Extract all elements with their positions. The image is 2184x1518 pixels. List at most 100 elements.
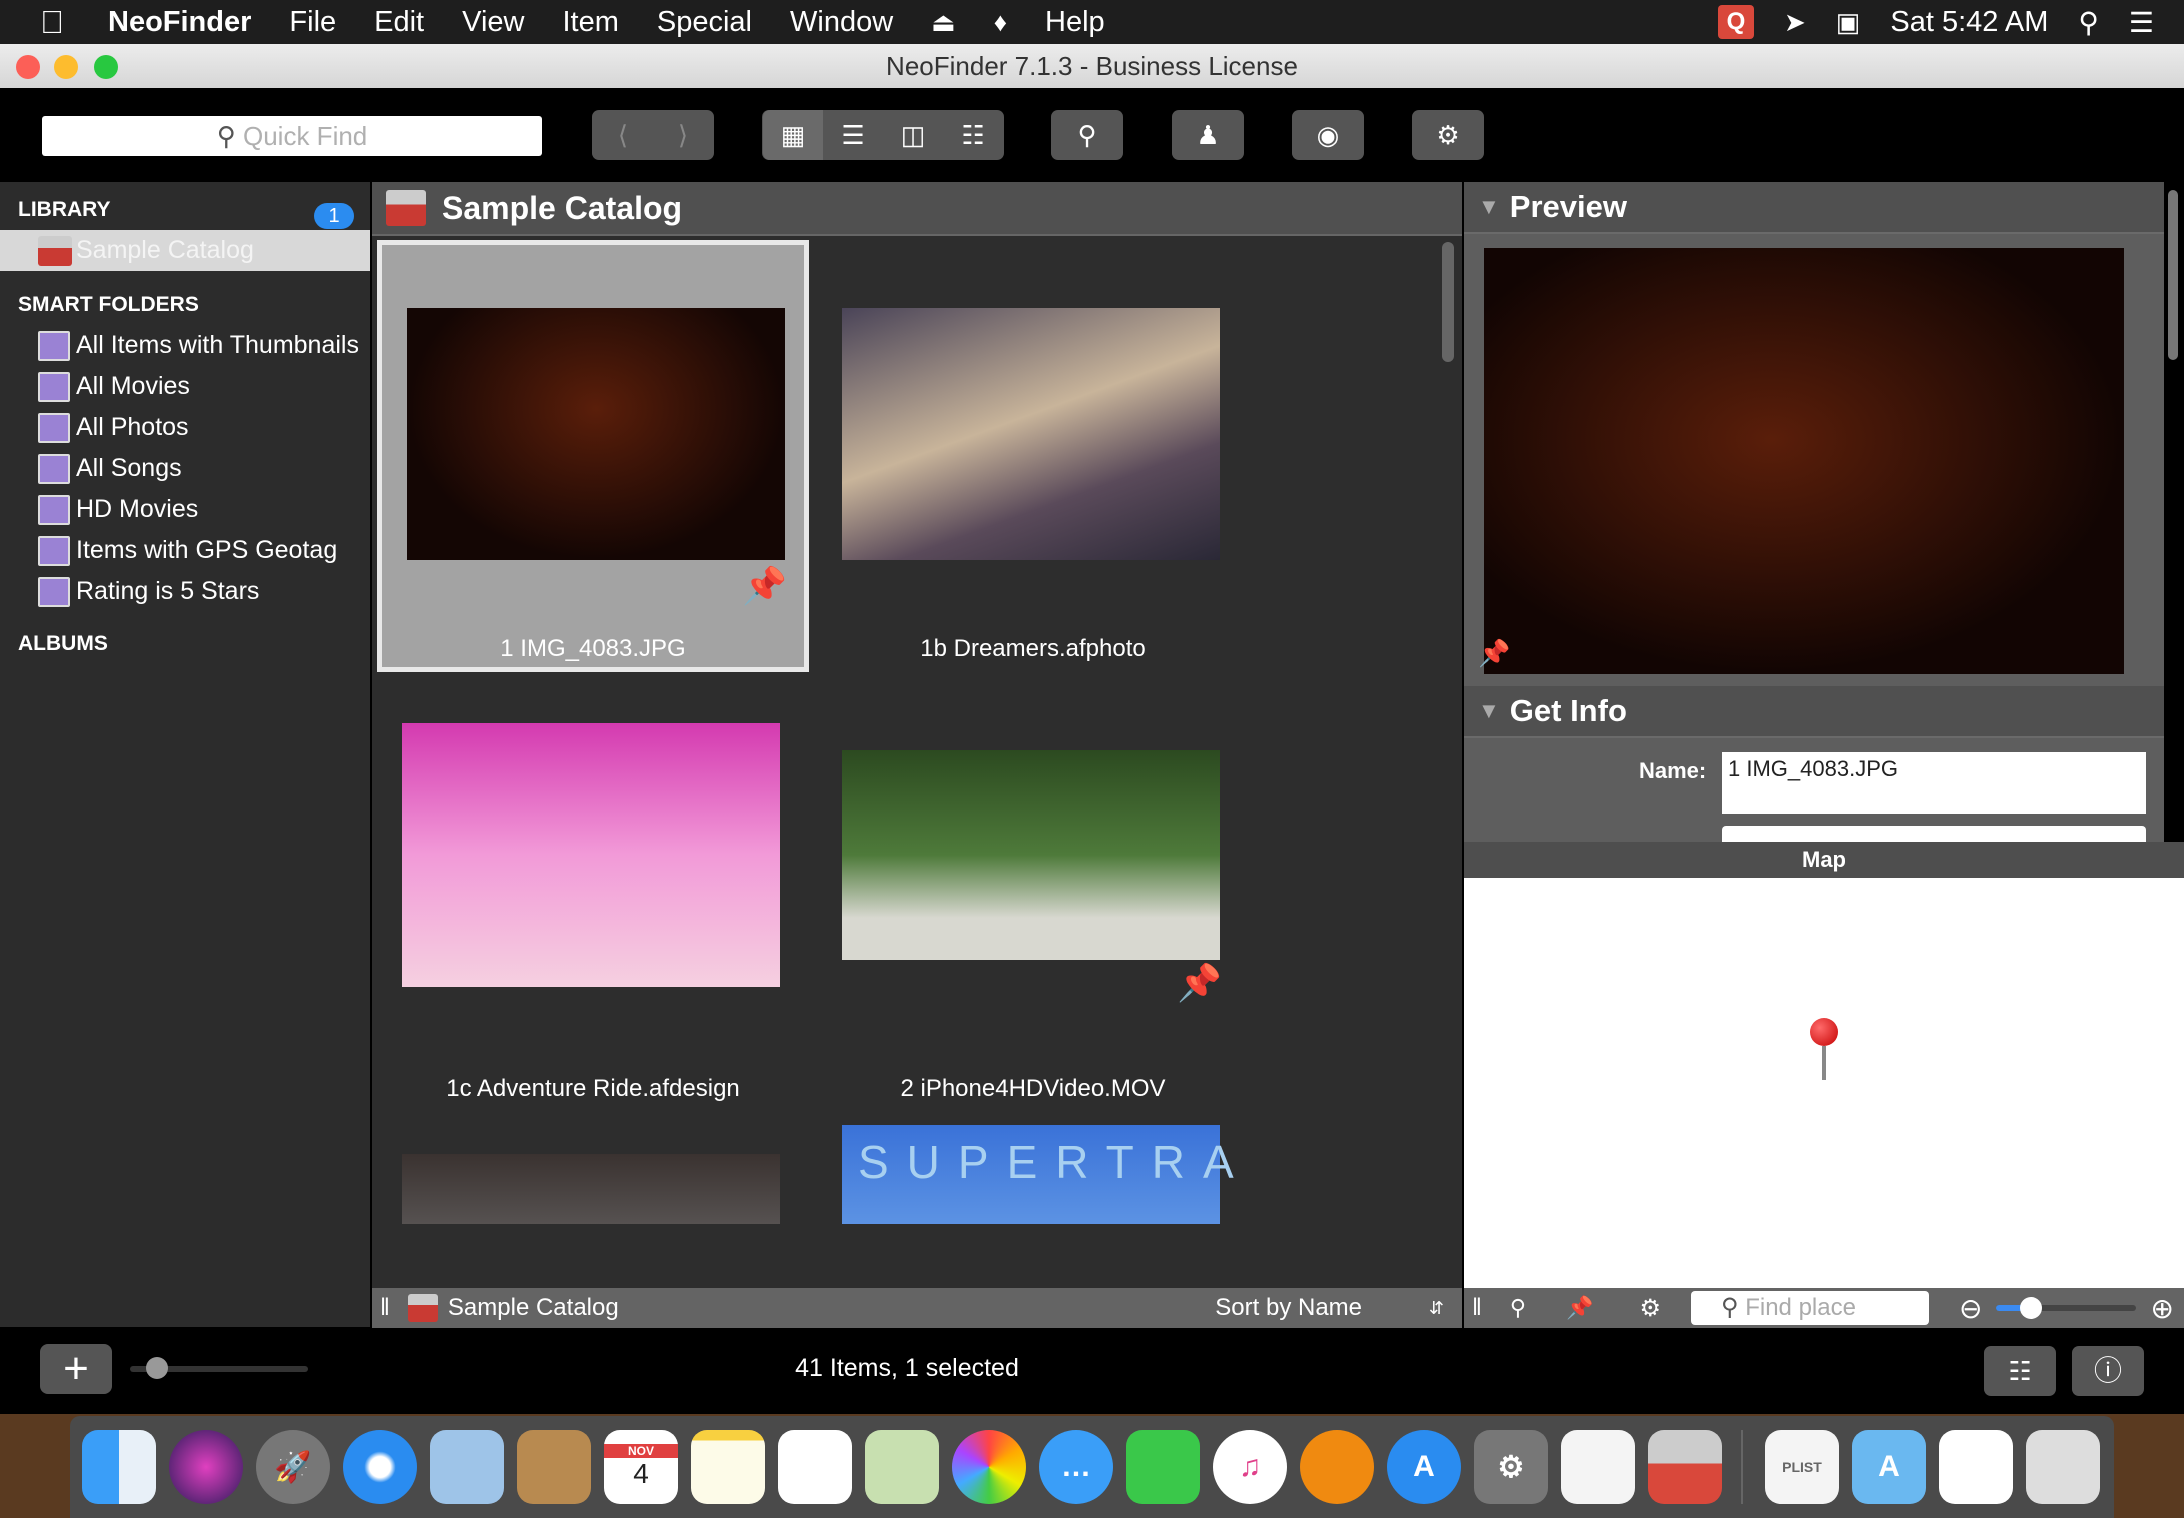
people-button[interactable]: ♟ (1172, 110, 1244, 160)
label-popup[interactable] (1722, 826, 2146, 842)
column-view-button[interactable]: ◫ (883, 120, 943, 151)
dock-finder-icon[interactable] (82, 1430, 156, 1504)
map-zoom-knob[interactable] (2020, 1297, 2043, 1319)
geotag-pin-icon: 📌 (1478, 638, 1511, 668)
dock-siri-icon[interactable] (169, 1430, 243, 1504)
map-pin-icon[interactable] (1810, 1018, 1838, 1080)
get-info-header[interactable]: ▼ Get Info (1464, 686, 2164, 738)
quick-find-input[interactable]: ⚲ Quick Find (42, 116, 542, 156)
detail-view-button[interactable]: ☷ (943, 120, 1003, 151)
grid-item[interactable]: 1b Dreamers.afphoto (817, 240, 1249, 672)
geotag-pin-icon: 📌 (742, 565, 787, 606)
flame-script-icon[interactable]: ♦ (994, 7, 1007, 38)
thumbnail-size-knob[interactable] (145, 1357, 168, 1379)
split-handle-icon[interactable]: ‖ (380, 1294, 390, 1322)
sidebar-item-smart-folder[interactable]: All Items with Thumbnails (0, 325, 370, 366)
map-zoom-slider[interactable] (1996, 1297, 2137, 1319)
map-pin-tool-icon[interactable]: 📌 (1566, 1295, 1593, 1321)
sidebar-item-smart-folder[interactable]: Items with GPS Geotag (0, 530, 370, 571)
sort-popup[interactable]: Sort by Name (1215, 1294, 1362, 1322)
display-mirroring-icon[interactable]: ▣ (1836, 7, 1861, 38)
split-handle-icon[interactable]: ‖ (1472, 1294, 1482, 1322)
grid-item[interactable] (377, 1120, 809, 1224)
map-search-icon[interactable]: ⚲ (1510, 1295, 1526, 1321)
dock-facetime-icon[interactable] (1126, 1430, 1200, 1504)
dock-notes-icon[interactable] (691, 1430, 765, 1504)
map-panel[interactable]: Map (1464, 842, 2184, 1288)
zoom-button[interactable] (94, 55, 118, 79)
eye-icon: ◉ (1316, 119, 1340, 150)
close-button[interactable] (16, 55, 40, 79)
dock-appstore-icon[interactable]: A (1387, 1430, 1461, 1504)
menu-window[interactable]: Window (790, 6, 893, 39)
dock-trash-icon[interactable] (2026, 1430, 2100, 1504)
dock-plist-file-icon[interactable]: PLIST (1765, 1430, 1839, 1504)
sidebar-item-smart-folder[interactable]: Rating is 5 Stars (0, 571, 370, 612)
dock-document-icon[interactable] (1939, 1430, 2013, 1504)
neofinder-status-icon[interactable]: Q (1718, 5, 1754, 39)
zoom-out-icon[interactable]: ⊖ (1959, 1292, 1982, 1325)
add-button[interactable]: + (40, 1344, 112, 1394)
menu-item[interactable]: Item (562, 6, 618, 39)
app-menu[interactable]: NeoFinder (108, 6, 251, 39)
dock-neofinder-icon[interactable] (1648, 1430, 1722, 1504)
grid-item[interactable]: 1c Adventure Ride.afdesign (377, 680, 809, 1112)
menu-special[interactable]: Special (657, 6, 752, 39)
grid-item[interactable]: SUPERTRAMP (817, 1120, 1249, 1224)
quicklook-button[interactable]: ◉ (1292, 110, 1364, 160)
dock-itunes-icon[interactable]: ♫ (1213, 1430, 1287, 1504)
airplay-icon[interactable]: ➤ (1784, 7, 1806, 38)
disclosure-triangle-icon[interactable]: ▼ (1478, 698, 1500, 724)
preview-header[interactable]: ▼ Preview (1464, 182, 2164, 234)
map-settings-icon[interactable]: ⚙ (1639, 1294, 1661, 1323)
find-place-input[interactable]: ⚲ Find place (1690, 1291, 1929, 1325)
dock-textedit-icon[interactable] (1561, 1430, 1635, 1504)
dock-safari-icon[interactable] (343, 1430, 417, 1504)
inspector-panel: ▼ Preview 📌 ▼ Get Info Name: 1 IMG_4083.… (1464, 182, 2178, 842)
sidebar-item-sample-catalog[interactable]: Sample Catalog (0, 230, 370, 271)
spotlight-icon[interactable]: ⚲ (2078, 6, 2099, 39)
grid-item[interactable]: 📌 1 IMG_4083.JPG (377, 240, 809, 672)
sidebar-item-smart-folder[interactable]: HD Movies (0, 489, 370, 530)
dock-maps-icon[interactable] (865, 1430, 939, 1504)
content-scrollbar[interactable] (1442, 242, 1454, 362)
notification-center-icon[interactable]: ☰ (2129, 6, 2154, 39)
settings-button[interactable]: ⚙ (1412, 110, 1484, 160)
minimize-button[interactable] (54, 55, 78, 79)
dock-reminders-icon[interactable] (778, 1430, 852, 1504)
search-button[interactable]: ⚲ (1051, 110, 1123, 160)
clock[interactable]: Sat 5:42 AM (1890, 6, 2048, 39)
menu-view[interactable]: View (462, 6, 524, 39)
dock-ibooks-icon[interactable] (1300, 1430, 1374, 1504)
icon-view-button[interactable]: ▦ (763, 110, 823, 160)
menu-file[interactable]: File (289, 6, 336, 39)
dock-calendar-icon[interactable]: NOV 4 (604, 1430, 678, 1504)
dock-messages-icon[interactable]: … (1039, 1430, 1113, 1504)
dock-applications-folder-icon[interactable]: A (1852, 1430, 1926, 1504)
disclosure-triangle-icon[interactable]: ▼ (1478, 194, 1500, 220)
sidebar-item-smart-folder[interactable]: All Photos (0, 407, 370, 448)
back-button[interactable]: ⟨ (593, 120, 653, 151)
item-count-status: 41 Items, 1 selected (795, 1354, 1019, 1382)
dock-contacts-icon[interactable] (517, 1430, 591, 1504)
grid-item[interactable]: 📌 2 iPhone4HDVideo.MOV (817, 680, 1249, 1112)
dock-mail-icon[interactable] (430, 1430, 504, 1504)
info-toggle-button[interactable]: ⓘ (2072, 1346, 2144, 1396)
menu-help[interactable]: Help (1045, 6, 1105, 39)
dock-system-preferences-icon[interactable]: ⚙ (1474, 1430, 1548, 1504)
menu-edit[interactable]: Edit (374, 6, 424, 39)
dock-launchpad-icon[interactable]: 🚀 (256, 1430, 330, 1504)
list-view-button[interactable]: ☰ (823, 120, 883, 151)
sidebar-item-smart-folder[interactable]: All Movies (0, 366, 370, 407)
dock-photos-icon[interactable] (952, 1430, 1026, 1504)
sidebar-item-smart-folder[interactable]: All Songs (0, 448, 370, 489)
eject-icon[interactable]: ⏏ (931, 7, 956, 38)
apple-menu-icon[interactable]:  (40, 4, 70, 41)
zoom-in-icon[interactable]: ⊕ (2150, 1292, 2173, 1325)
thumbnail-size-slider[interactable] (130, 1357, 308, 1379)
sort-chevron-icon[interactable]: ⇵ (1429, 1298, 1444, 1319)
name-field[interactable]: 1 IMG_4083.JPG (1722, 752, 2146, 814)
forward-button[interactable]: ⟩ (653, 120, 713, 151)
map-toggle-button[interactable]: ☷ (1984, 1346, 2056, 1396)
inspector-scrollbar[interactable] (2168, 190, 2178, 360)
